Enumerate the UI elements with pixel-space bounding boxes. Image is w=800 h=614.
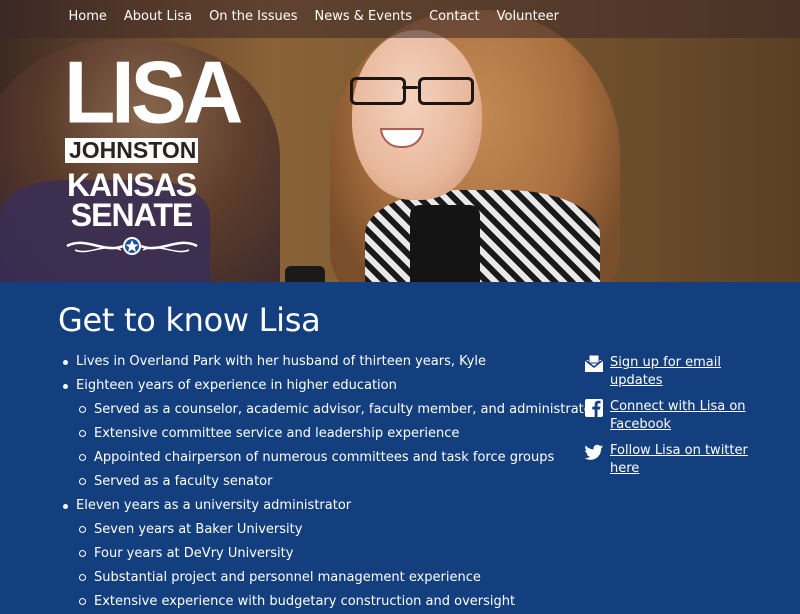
star-flourish-icon <box>65 237 198 255</box>
hero-banner: Home About Lisa On the Issues News & Eve… <box>0 0 800 282</box>
list-item: Eleven years as a university administrat… <box>63 494 556 518</box>
glasses-lens-left <box>350 77 406 105</box>
logo-last-name: JOHNSTON <box>65 138 198 163</box>
list-subitem: Extensive experience with budgetary cons… <box>76 590 556 614</box>
logo-line2: SENATE <box>70 197 193 233</box>
list-subitem: Served as a faculty senator <box>76 470 556 494</box>
hero-photo-jacket <box>365 190 600 282</box>
list-subitem: Appointed chairperson of numerous commit… <box>76 446 556 470</box>
list-item: Eighteen years of experience in higher e… <box>63 374 556 398</box>
facebook-icon <box>585 399 603 417</box>
logo-first-name: LISA <box>64 42 243 142</box>
twitter-link[interactable]: Follow Lisa on twitter here <box>584 442 764 478</box>
nav-on-the-issues[interactable]: On the Issues <box>209 0 297 38</box>
main-content: Get to know Lisa Lives in Overland Park … <box>0 282 800 609</box>
bio-list: Lives in Overland Park with her husband … <box>63 350 597 614</box>
list-subitem: Four years at DeVry University <box>76 542 556 566</box>
nav-home[interactable]: Home <box>69 0 107 38</box>
nav-contact[interactable]: Contact <box>429 0 480 38</box>
list-subitem: Seven years at Baker University <box>76 518 556 542</box>
hero-photo-top <box>410 205 480 282</box>
twitter-text-1[interactable]: Follow Lisa on twitter <box>610 443 748 458</box>
campaign-logo[interactable]: LISA JOHNSTON KANSAS SENATE <box>64 42 243 263</box>
facebook-text-1[interactable]: Connect with Lisa on <box>610 399 746 414</box>
facebook-text-2[interactable]: Facebook <box>610 417 671 432</box>
main-nav: Home About Lisa On the Issues News & Eve… <box>0 0 800 38</box>
list-subitem: Substantial project and personnel manage… <box>76 566 556 590</box>
email-signup-link[interactable]: Sign up for email updates <box>584 354 764 390</box>
logo-line1: KANSAS <box>66 167 197 203</box>
email-signup-text-2[interactable]: updates <box>610 373 663 388</box>
email-icon <box>584 354 604 372</box>
nav-about-lisa[interactable]: About Lisa <box>124 0 192 38</box>
nav-news-events[interactable]: News & Events <box>315 0 413 38</box>
email-signup-text-1[interactable]: Sign up for email <box>610 355 721 370</box>
glasses-bridge <box>402 86 418 89</box>
list-subitem: Extensive committee service and leadersh… <box>76 422 556 446</box>
hero-photo-microphone <box>285 266 325 282</box>
list-subitem: Served as a counselor, academic advisor,… <box>76 398 597 422</box>
twitter-icon <box>584 444 603 460</box>
list-item: Lives in Overland Park with her husband … <box>63 350 556 374</box>
glasses-lens-right <box>418 77 474 105</box>
nav-volunteer[interactable]: Volunteer <box>497 0 559 38</box>
twitter-text-2[interactable]: here <box>610 461 639 476</box>
social-links: Sign up for email updates Connect with L… <box>584 354 764 486</box>
hero-photo-glasses <box>350 77 476 105</box>
facebook-link[interactable]: Connect with Lisa on Facebook <box>584 398 764 434</box>
hero-photo-face <box>352 30 482 200</box>
page-heading: Get to know Lisa <box>58 301 321 339</box>
